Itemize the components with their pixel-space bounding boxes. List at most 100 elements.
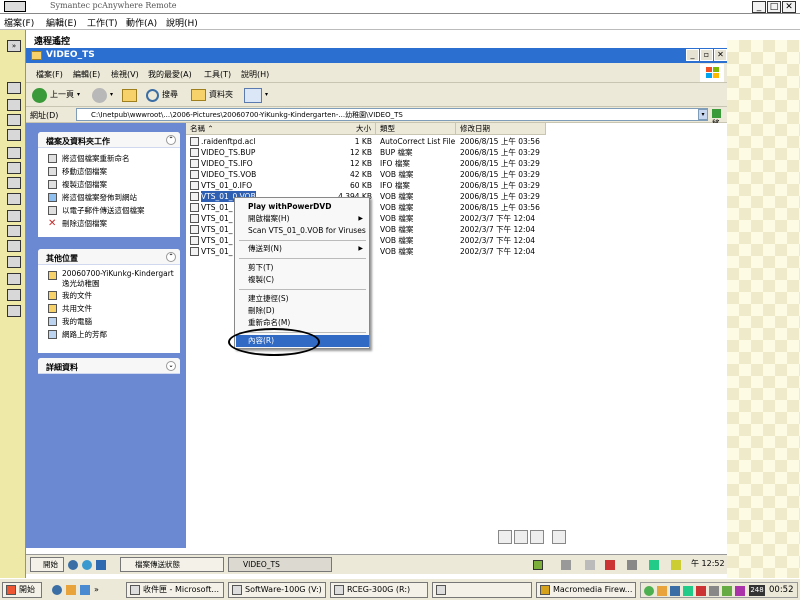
task-publish-file[interactable]: 將這個檔案發佈到網站 bbox=[38, 191, 180, 204]
column-type[interactable]: 類型 bbox=[376, 123, 456, 135]
ctx-scan-viruses[interactable]: Scan VTS_01_0.VOB for Viruses bbox=[236, 225, 369, 237]
ctx-play-powerdvd[interactable]: Play withPowerDVD bbox=[236, 201, 369, 213]
place-network[interactable]: 網路上的芳鄰 bbox=[38, 328, 180, 341]
task-delete-file[interactable]: ✕ 刪除這個檔案 bbox=[38, 217, 180, 230]
volume-icon[interactable] bbox=[709, 586, 719, 596]
capture-icon[interactable] bbox=[7, 147, 21, 159]
address-dropdown-button[interactable]: ▾ bbox=[698, 109, 708, 120]
restart-icon[interactable] bbox=[7, 177, 21, 189]
ctx-rename[interactable]: 重新命名(M) bbox=[236, 317, 369, 329]
pointer-icon[interactable] bbox=[530, 530, 544, 544]
ie-icon[interactable] bbox=[52, 585, 62, 595]
ctx-open-with[interactable]: 開啟檔案(H) ▶ bbox=[236, 213, 369, 225]
ctx-create-shortcut[interactable]: 建立捷徑(S) bbox=[236, 293, 369, 305]
back-button[interactable]: 上一頁 ▾ bbox=[32, 87, 80, 103]
tray-icon[interactable] bbox=[585, 560, 595, 570]
folders-button[interactable]: 資料夾 bbox=[191, 87, 233, 103]
file-row[interactable]: VIDEO_TS.VOB 42 KB VOB 檔案 2006/8/15 上午 03:2… bbox=[186, 169, 727, 180]
file-row[interactable]: VTS_01_0.IFO 60 KB IFO 檔案 2006/8/15 上午 03:2… bbox=[186, 180, 727, 191]
place-my-computer[interactable]: 我的電腦 bbox=[38, 315, 180, 328]
remote-start-button[interactable]: 開始 bbox=[30, 557, 64, 572]
place-parent-folder[interactable]: 20060700-YiKunkg-Kindergart 逸光幼稚園 bbox=[38, 269, 180, 289]
outer-menu-tasks[interactable]: 工作(T) bbox=[87, 16, 118, 29]
task-rceg-drive[interactable]: RCEG-300G (R:) bbox=[330, 582, 428, 598]
tray-icon[interactable] bbox=[657, 586, 667, 596]
menu-tools[interactable]: 工具(T) bbox=[204, 69, 231, 80]
task-software-drive[interactable]: SoftWare-100G (V:) bbox=[228, 582, 326, 598]
address-input[interactable]: C:\Inetpub\wwwroot\...\2006-Pictures\200… bbox=[76, 108, 708, 121]
maximize-button[interactable]: □ bbox=[767, 1, 781, 13]
file-row[interactable]: VIDEO_TS.IFO 12 KB IFO 檔案 2006/8/15 上午 03:2… bbox=[186, 158, 727, 169]
start-button[interactable]: 開始 bbox=[2, 582, 42, 598]
explorer-close-button[interactable]: ✕ bbox=[714, 49, 727, 61]
forward-button[interactable]: ▾ bbox=[92, 87, 113, 103]
more-icon[interactable]: » bbox=[94, 583, 99, 597]
help-icon[interactable] bbox=[7, 82, 21, 94]
tray-icon[interactable] bbox=[649, 560, 659, 570]
column-date[interactable]: 修改日期 bbox=[456, 123, 546, 135]
tray-icon[interactable] bbox=[671, 560, 681, 570]
tray-icon[interactable] bbox=[735, 586, 745, 596]
network-icon[interactable] bbox=[7, 289, 21, 301]
task-file-transfer-status[interactable]: 檔案傳送狀態 bbox=[120, 557, 224, 572]
collapse-icon[interactable]: ⌃ bbox=[166, 135, 176, 145]
pen-icon[interactable] bbox=[514, 530, 528, 544]
settings-icon[interactable] bbox=[7, 162, 21, 174]
task-video-ts[interactable]: VIDEO_TS bbox=[228, 557, 332, 572]
column-size-header[interactable]: 大小 bbox=[308, 123, 376, 135]
tray-icon[interactable] bbox=[533, 560, 543, 570]
expand-icon[interactable]: ⌄ bbox=[166, 361, 176, 371]
ctx-cut[interactable]: 剪下(T) bbox=[236, 262, 369, 274]
task-fireworks[interactable]: Macromedia Firew... bbox=[536, 582, 636, 598]
menu-help[interactable]: 說明(H) bbox=[241, 69, 269, 80]
expand-icon[interactable]: » bbox=[7, 40, 21, 52]
up-folder-button[interactable] bbox=[122, 87, 137, 103]
tray-icon[interactable] bbox=[605, 560, 615, 570]
explorer-minimize-button[interactable]: _ bbox=[686, 49, 699, 61]
tray-icon[interactable] bbox=[722, 586, 732, 596]
tray-icon[interactable] bbox=[644, 586, 654, 596]
tray-icon[interactable] bbox=[683, 586, 693, 596]
file-transfer-icon[interactable] bbox=[7, 114, 21, 126]
other-places-header[interactable]: 其他位置 ⌃ bbox=[38, 249, 180, 265]
help-icon[interactable] bbox=[552, 530, 566, 544]
screen-icon[interactable] bbox=[7, 193, 21, 205]
chat-icon[interactable] bbox=[7, 99, 21, 111]
task-move-file[interactable]: 移動這個檔案 bbox=[38, 165, 180, 178]
menu-edit[interactable]: 編輯(E) bbox=[73, 69, 100, 80]
task-copy-file[interactable]: 複製這個檔案 bbox=[38, 178, 180, 191]
close-button[interactable]: ✕ bbox=[782, 1, 796, 13]
desktop-icon[interactable] bbox=[80, 585, 90, 595]
clipboard-icon[interactable] bbox=[7, 240, 21, 252]
ctx-send-to[interactable]: 傳送到(N) ▶ bbox=[236, 243, 369, 255]
tray-icon[interactable] bbox=[627, 560, 637, 570]
window-icon[interactable] bbox=[7, 210, 21, 222]
monitor-icon[interactable] bbox=[7, 273, 21, 285]
keyboard-icon[interactable] bbox=[498, 530, 512, 544]
outer-menu-file[interactable]: 檔案(F) bbox=[4, 16, 34, 29]
menu-view[interactable]: 檢視(V) bbox=[111, 69, 139, 80]
tray-badge[interactable]: 248 bbox=[749, 585, 765, 596]
details-header[interactable]: 詳細資料 ⌄ bbox=[38, 358, 180, 374]
end-session-icon[interactable] bbox=[7, 305, 21, 317]
outer-menu-actions[interactable]: 動作(A) bbox=[126, 16, 157, 29]
task-inbox[interactable]: 收件匣 - Microsoft... bbox=[126, 582, 224, 598]
tray-icon[interactable] bbox=[696, 586, 706, 596]
outer-menu-edit[interactable]: 編輯(E) bbox=[46, 16, 77, 29]
views-button[interactable]: ▾ bbox=[244, 87, 268, 103]
tray-icon[interactable] bbox=[670, 586, 680, 596]
file-row[interactable]: VIDEO_TS.BUP 12 KB BUP 檔案 2006/8/15 上午 03:2… bbox=[186, 147, 727, 158]
tray-icon[interactable] bbox=[561, 560, 571, 570]
file-row[interactable]: .raidenftpd.acl 1 KB AutoCorrect List File… bbox=[186, 136, 727, 147]
desktop-icon[interactable] bbox=[96, 560, 106, 570]
minimize-button[interactable]: _ bbox=[752, 1, 766, 13]
keyboard-icon[interactable] bbox=[7, 129, 21, 141]
place-shared-documents[interactable]: 共用文件 bbox=[38, 302, 180, 315]
task-email-file[interactable]: 以電子郵件傳送這個檔案 bbox=[38, 204, 180, 217]
place-my-documents[interactable]: 我的文件 bbox=[38, 289, 180, 302]
collapse-icon[interactable]: ⌃ bbox=[166, 252, 176, 262]
task-redacted[interactable] bbox=[432, 582, 532, 598]
outlook-icon[interactable] bbox=[66, 585, 76, 595]
ctx-delete[interactable]: 刪除(D) bbox=[236, 305, 369, 317]
file-tasks-header[interactable]: 檔案及資料夾工作 ⌃ bbox=[38, 132, 180, 148]
